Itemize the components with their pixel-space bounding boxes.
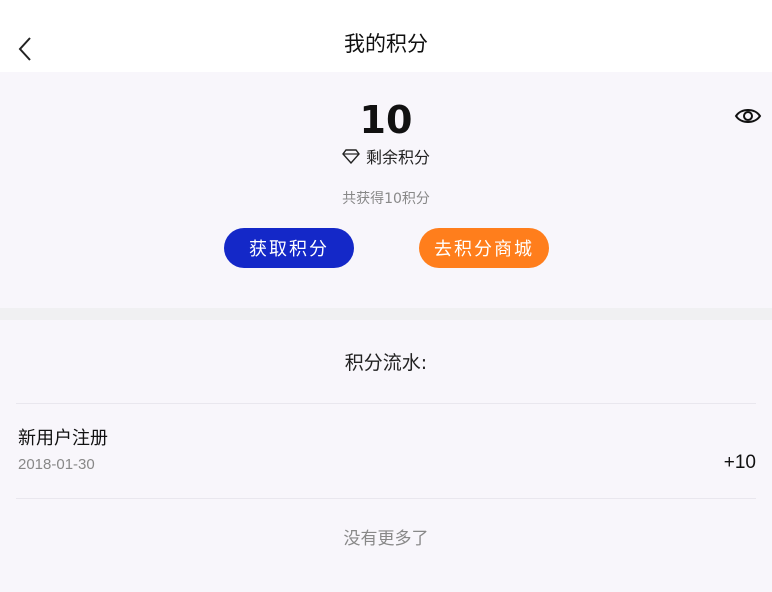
- top-nav-bar: 我的积分: [0, 0, 772, 72]
- ledger-item-amount: +10: [723, 452, 756, 473]
- eye-icon[interactable]: [734, 104, 762, 128]
- section-divider: [0, 308, 772, 320]
- diamond-icon: [342, 148, 360, 165]
- ledger-item-date: 2018-01-30: [18, 456, 95, 473]
- remaining-points-label: 剩余积分: [0, 144, 772, 168]
- list-item: 新用户注册 2018-01-30 +10: [16, 404, 756, 498]
- earn-points-button[interactable]: 获取积分: [224, 228, 354, 268]
- ledger-title: 积分流水:: [344, 352, 428, 374]
- points-ledger: 积分流水: 新用户注册 2018-01-30 +10 没有更多了: [0, 320, 772, 592]
- page-title: 我的积分: [344, 32, 428, 56]
- divider: [16, 498, 756, 499]
- total-earned-text: 共获得10积分: [342, 191, 430, 207]
- no-more-text: 没有更多了: [343, 529, 429, 549]
- remaining-label-text: 剩余积分: [365, 148, 430, 167]
- points-mall-button[interactable]: 去积分商城: [419, 228, 549, 268]
- points-summary: 10 剩余积分 共获得10积分 获取积分 去积分商城: [0, 72, 772, 308]
- points-balance: 10: [359, 98, 413, 142]
- ledger-item-title: 新用户注册: [18, 428, 108, 449]
